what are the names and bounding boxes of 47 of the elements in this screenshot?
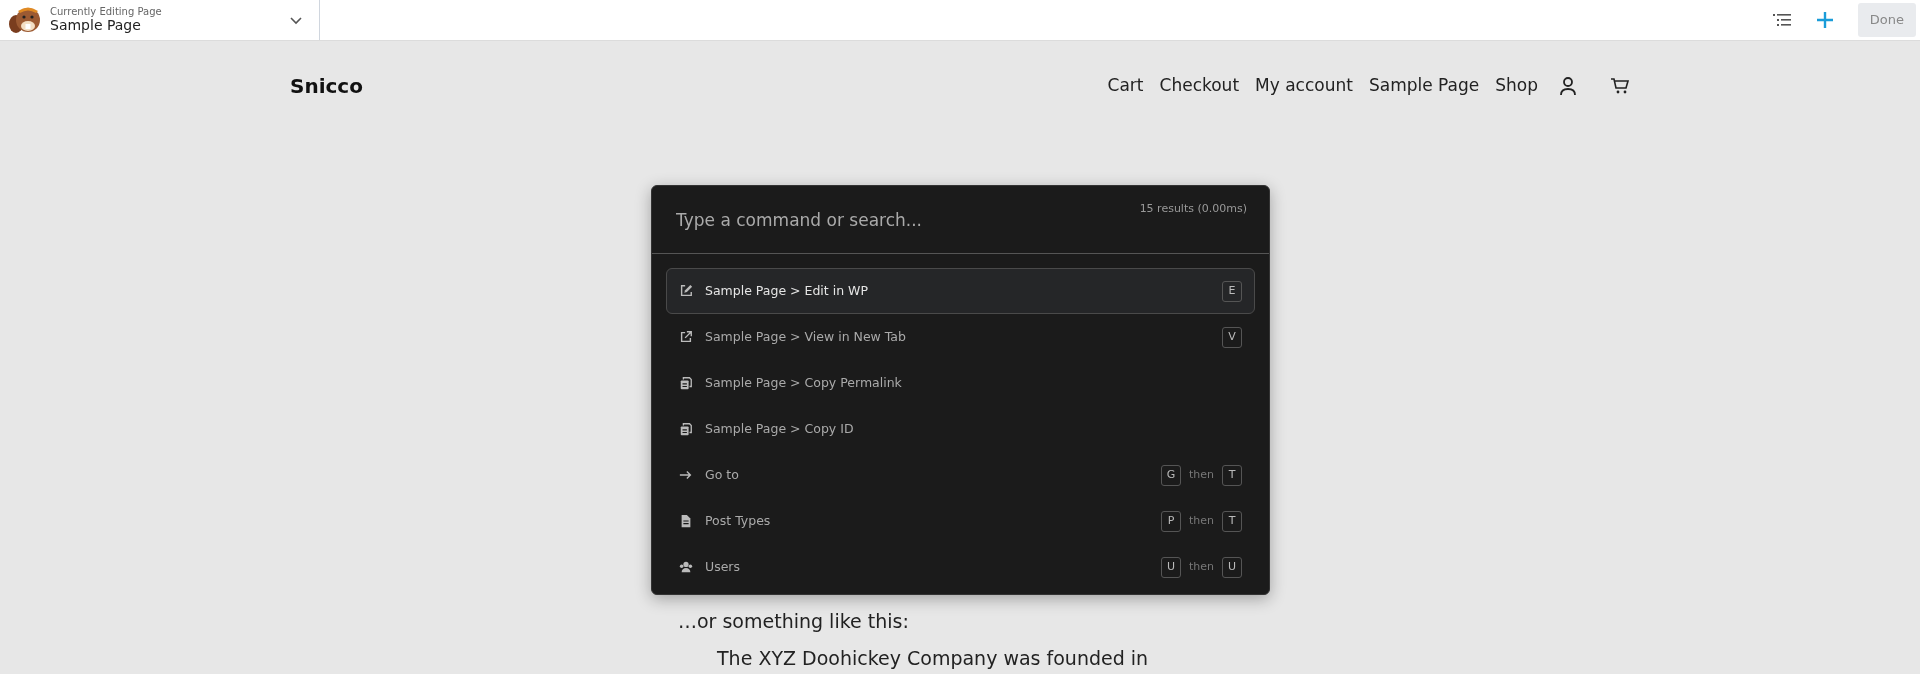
- command-item[interactable]: Go to G then T: [666, 452, 1255, 498]
- outline-list-icon[interactable]: [1771, 12, 1792, 28]
- command-label: Sample Page > View in New Tab: [705, 327, 907, 346]
- copy-icon: [679, 422, 693, 436]
- shortcut-joiner: then: [1188, 466, 1214, 483]
- shortcut-key: E: [1222, 280, 1242, 302]
- page-name: Sample Page: [50, 17, 142, 34]
- command-label: Sample Page > Edit in WP: [705, 281, 869, 300]
- shortcut-key: T: [1222, 464, 1242, 486]
- results-count: 15 results (0.00ms): [1139, 201, 1247, 217]
- shortcut-key: G: [1160, 464, 1181, 486]
- menu-link[interactable]: My account: [1255, 73, 1353, 99]
- cart-icon[interactable]: [1610, 76, 1630, 96]
- menu-link[interactable]: Sample Page: [1368, 73, 1480, 99]
- external-link-icon: [679, 330, 693, 344]
- quote-text: The XYZ Doohickey Company was founded in: [716, 645, 1150, 671]
- shortcut-joiner: then: [1188, 512, 1214, 529]
- edit-icon: [679, 284, 693, 298]
- menu-link[interactable]: Cart: [1107, 73, 1144, 99]
- command-label: Sample Page > Copy Permalink: [705, 373, 903, 392]
- editing-label: Currently Editing Page: [50, 6, 163, 18]
- command-label: Sample Page > Copy ID: [705, 419, 855, 438]
- menu-link[interactable]: Shop: [1495, 73, 1538, 99]
- shortcut-key: V: [1222, 326, 1242, 348]
- shortcut-key: U: [1222, 556, 1242, 578]
- users-icon: [679, 560, 693, 574]
- command-item[interactable]: Users U then U: [666, 544, 1255, 590]
- command-item[interactable]: Sample Page > View in New Tab V: [666, 314, 1255, 360]
- shortcut-key: T: [1222, 510, 1242, 532]
- user-icon[interactable]: [1558, 76, 1578, 96]
- command-item[interactable]: Sample Page > Edit in WP E: [666, 268, 1255, 314]
- command-item[interactable]: Sample Page > Copy Permalink: [666, 360, 1255, 406]
- site-title[interactable]: Snicco: [290, 71, 363, 101]
- command-label: Post Types: [705, 511, 772, 530]
- arrow-right-icon: [679, 468, 693, 482]
- command-item[interactable]: Sample Page > Copy ID: [666, 406, 1255, 452]
- paragraph: …or something like this:: [677, 609, 910, 634]
- command-item[interactable]: Post Types P then T: [666, 498, 1255, 544]
- copy-icon: [679, 376, 693, 390]
- menu-link[interactable]: Checkout: [1159, 73, 1240, 99]
- shortcut-key: U: [1160, 556, 1181, 578]
- shortcut-key: P: [1160, 510, 1181, 532]
- shortcut-joiner: then: [1188, 558, 1214, 575]
- command-label: Go to: [705, 465, 740, 484]
- command-label: Users: [705, 557, 741, 576]
- plus-icon[interactable]: [1815, 11, 1834, 29]
- document-icon: [679, 514, 693, 528]
